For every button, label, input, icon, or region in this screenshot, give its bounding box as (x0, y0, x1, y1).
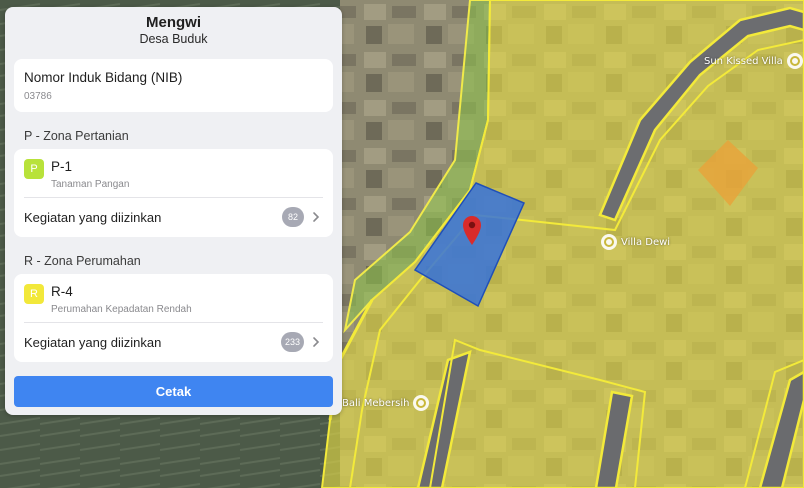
zone-badge: R (24, 284, 44, 304)
zone-description: Tanaman Pangan (51, 179, 130, 190)
panel-subtitle: Desa Buduk (139, 32, 208, 46)
poi-bali-mebersih[interactable]: Bali Mebersih (342, 395, 430, 411)
activities-count-badge: 82 (282, 207, 304, 227)
nib-value: 03786 (24, 91, 52, 102)
section-title-pertanian: P - Zona Pertanian (24, 129, 129, 143)
print-button[interactable]: Cetak (14, 376, 333, 407)
zone-card-p1: P P-1 Tanaman Pangan Kegiatan yang diizi… (14, 149, 333, 237)
chevron-right-icon (313, 212, 320, 222)
zone-row: P P-1 Tanaman Pangan (14, 149, 333, 197)
nib-label: Nomor Induk Bidang (NIB) (24, 70, 183, 85)
poi-label: Bali Mebersih (342, 397, 410, 409)
poi-label: Sun Kissed Villa (704, 55, 783, 67)
zone-card-r4: R R-4 Perumahan Kepadatan Rendah Kegiata… (14, 274, 333, 362)
zone-badge: P (24, 159, 44, 179)
poi-label: Villa Dewi (621, 236, 671, 248)
zone-description: Perumahan Kepadatan Rendah (51, 304, 192, 315)
nib-card: Nomor Induk Bidang (NIB) 03786 (14, 59, 333, 112)
activities-label: Kegiatan yang diizinkan (24, 209, 162, 225)
panel-title: Mengwi (146, 14, 201, 31)
activities-label: Kegiatan yang diizinkan (24, 334, 162, 350)
poi-icon (786, 53, 803, 69)
zone-code: R-4 (51, 284, 73, 299)
poi-icon (601, 234, 617, 250)
parcel-info-panel: Mengwi Desa Buduk Nomor Induk Bidang (NI… (5, 7, 342, 415)
zone-code: P-1 (51, 159, 73, 174)
allowed-activities-row-r4[interactable]: Kegiatan yang diizinkan 233 (14, 323, 333, 361)
chevron-right-icon (313, 337, 320, 347)
allowed-activities-row-p1[interactable]: Kegiatan yang diizinkan 82 (14, 198, 333, 236)
panel-header: Mengwi Desa Buduk (5, 7, 342, 57)
activities-count-badge: 233 (280, 332, 304, 352)
section-title-perumahan: R - Zona Perumahan (24, 254, 141, 268)
poi-sun-kissed-villa[interactable]: Sun Kissed Villa (704, 53, 803, 69)
zone-row: R R-4 Perumahan Kepadatan Rendah (14, 274, 333, 322)
poi-villa-dewi[interactable]: Villa Dewi (601, 234, 670, 250)
poi-icon (413, 395, 430, 411)
